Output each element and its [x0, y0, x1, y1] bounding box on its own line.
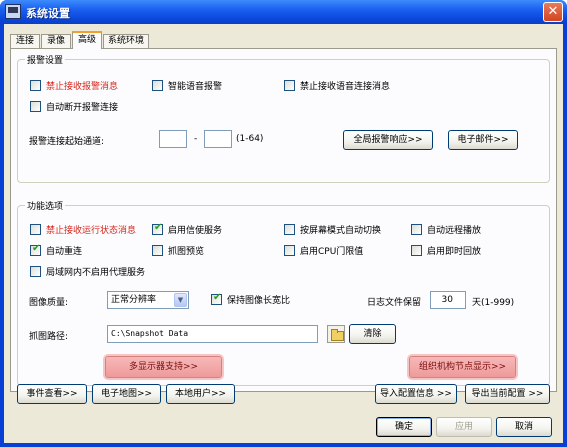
checkbox-box	[284, 245, 295, 256]
cancel-button[interactable]: 取消	[496, 417, 552, 437]
checkbox-label: 启用信使服务	[168, 226, 223, 236]
image-quality-select[interactable]: 正常分辨率 ▼	[107, 291, 189, 309]
auto-reconnect-checkbox[interactable]: 自动重连	[30, 243, 83, 257]
chevron-down-icon[interactable]: ▼	[174, 293, 187, 307]
checkbox-box	[30, 224, 41, 235]
close-icon: ✕	[547, 4, 559, 19]
checkbox-label: 启用CPU门限值	[300, 247, 364, 257]
ok-button[interactable]: 确定	[376, 417, 432, 437]
auto-switch-screen-mode-checkbox[interactable]: 按屏幕模式自动切换	[284, 223, 381, 236]
log-keep-label: 日志文件保留	[367, 298, 422, 308]
checkbox-box	[30, 101, 41, 112]
email-button[interactable]: 电子邮件>>	[448, 130, 518, 150]
dialog-client-area: 连接 录像 高级 系统环境 报警设置 禁止接收报警消息 智能语音报警 禁止接收语…	[4, 24, 563, 443]
emap-button[interactable]: 电子地图>>	[92, 384, 161, 404]
alarm-settings-title: 报警设置	[25, 53, 66, 66]
checkbox-label: 禁止接收运行状态消息	[46, 226, 137, 236]
folder-browse-icon[interactable]	[327, 325, 345, 343]
channel-from-input[interactable]	[159, 130, 187, 148]
tab-label: 连接	[15, 36, 34, 46]
tab-label: 录像	[46, 36, 65, 46]
function-options-title: 功能选项	[25, 199, 66, 212]
smart-voice-alarm-checkbox[interactable]: 智能语音报警	[152, 79, 222, 92]
import-config-button[interactable]: 导入配置信息 >>	[375, 384, 457, 404]
disable-status-msg-checkbox[interactable]: 禁止接收运行状态消息	[30, 223, 136, 236]
keep-aspect-ratio-checkbox[interactable]: 保持图像长宽比	[211, 292, 291, 306]
settings-window: 系统设置 ✕ 连接 录像 高级 系统环境 报警设置 禁止接收报警消息 智能语音报…	[0, 0, 567, 447]
checkbox-label: 禁止接收报警消息	[46, 82, 119, 92]
checkbox-label: 启用即时回放	[427, 247, 482, 257]
channel-to-input[interactable]	[204, 130, 232, 148]
event-view-button[interactable]: 事件查看>>	[17, 384, 87, 404]
checkbox-box	[284, 224, 295, 235]
snapshot-path-input[interactable]: C:\Snapshot Data	[107, 325, 318, 343]
auto-remote-play-checkbox[interactable]: 自动远程播放	[411, 223, 481, 236]
image-quality-label: 图像质量:	[29, 298, 69, 308]
snapshot-path-label: 抓图路径:	[29, 332, 69, 342]
global-alarm-response-button[interactable]: 全局报警响应>>	[343, 130, 433, 150]
tab-advanced[interactable]: 高级	[72, 31, 102, 49]
disable-alarm-msg-checkbox[interactable]: 禁止接收报警消息	[30, 79, 118, 92]
alarm-settings-group: 报警设置 禁止接收报警消息 智能语音报警 禁止接收语音连接消息 自动断开报警连接	[17, 53, 550, 183]
tab-recording[interactable]: 录像	[41, 34, 71, 49]
alarm-channel-label: 报警连接起始通道:	[29, 137, 105, 147]
checkbox-label: 自动重连	[46, 247, 83, 257]
enable-cpu-threshold-checkbox[interactable]: 启用CPU门限值	[284, 244, 363, 257]
image-quality-value: 正常分辨率	[111, 295, 157, 305]
multi-display-support-button[interactable]: 多显示器支持>>	[105, 356, 222, 378]
checkbox-box	[152, 80, 163, 91]
checkbox-label: 自动断开报警连接	[46, 103, 119, 113]
window-title: 系统设置	[26, 7, 70, 20]
lan-no-proxy-checkbox[interactable]: 局域网内不启用代理服务	[30, 265, 145, 278]
checkbox-box	[30, 266, 41, 277]
checkbox-box	[284, 80, 295, 91]
advanced-tab-panel: 报警设置 禁止接收报警消息 智能语音报警 禁止接收语音连接消息 自动断开报警连接	[10, 48, 557, 392]
checkbox-label: 按屏幕模式自动切换	[300, 226, 382, 236]
checkbox-label: 局域网内不启用代理服务	[46, 268, 146, 278]
tab-system-environment[interactable]: 系统环境	[103, 34, 149, 49]
local-user-button[interactable]: 本地用户>>	[166, 384, 235, 404]
checkbox-label: 智能语音报警	[168, 82, 223, 92]
checkbox-label: 保持图像长宽比	[227, 296, 291, 306]
snapshot-preview-checkbox[interactable]: 抓图预览	[152, 244, 204, 257]
apply-button[interactable]: 应用	[436, 417, 492, 437]
tab-label: 高级	[77, 35, 96, 45]
checkbox-box	[152, 245, 163, 256]
auto-disconnect-alarm-checkbox[interactable]: 自动断开报警连接	[30, 100, 118, 113]
log-keep-days-input[interactable]: 30	[430, 291, 466, 309]
channel-range-hint: (1-64)	[236, 134, 264, 144]
checkbox-box	[30, 80, 41, 91]
clear-button[interactable]: 清除	[349, 324, 396, 344]
channel-dash: -	[194, 134, 198, 144]
enable-messenger-checkbox[interactable]: 启用信使服务	[152, 222, 223, 236]
app-icon	[5, 4, 21, 19]
tab-connection[interactable]: 连接	[10, 34, 40, 49]
log-keep-unit: 天(1-999)	[472, 298, 515, 308]
export-config-button[interactable]: 导出当前配置 >>	[465, 384, 550, 404]
checkbox-label: 禁止接收语音连接消息	[300, 82, 391, 92]
checkbox-box	[411, 245, 422, 256]
disable-voice-connect-msg-checkbox[interactable]: 禁止接收语音连接消息	[284, 79, 390, 92]
close-button[interactable]: ✕	[543, 2, 563, 22]
checkbox-label: 抓图预览	[168, 247, 205, 257]
checkbox-box	[152, 222, 163, 235]
title-bar[interactable]: 系统设置 ✕	[0, 0, 567, 24]
checkbox-label: 自动远程播放	[427, 226, 482, 236]
function-options-group: 功能选项 禁止接收运行状态消息 启用信使服务 按屏幕模式自动切换 自动远程播放	[17, 199, 550, 386]
enable-instant-playback-checkbox[interactable]: 启用即时回放	[411, 244, 481, 257]
checkbox-box	[411, 224, 422, 235]
org-node-display-button[interactable]: 组织机构节点显示>>	[409, 356, 516, 378]
checkbox-box	[211, 292, 222, 305]
checkbox-box	[30, 243, 41, 256]
tab-label: 系统环境	[107, 36, 144, 46]
